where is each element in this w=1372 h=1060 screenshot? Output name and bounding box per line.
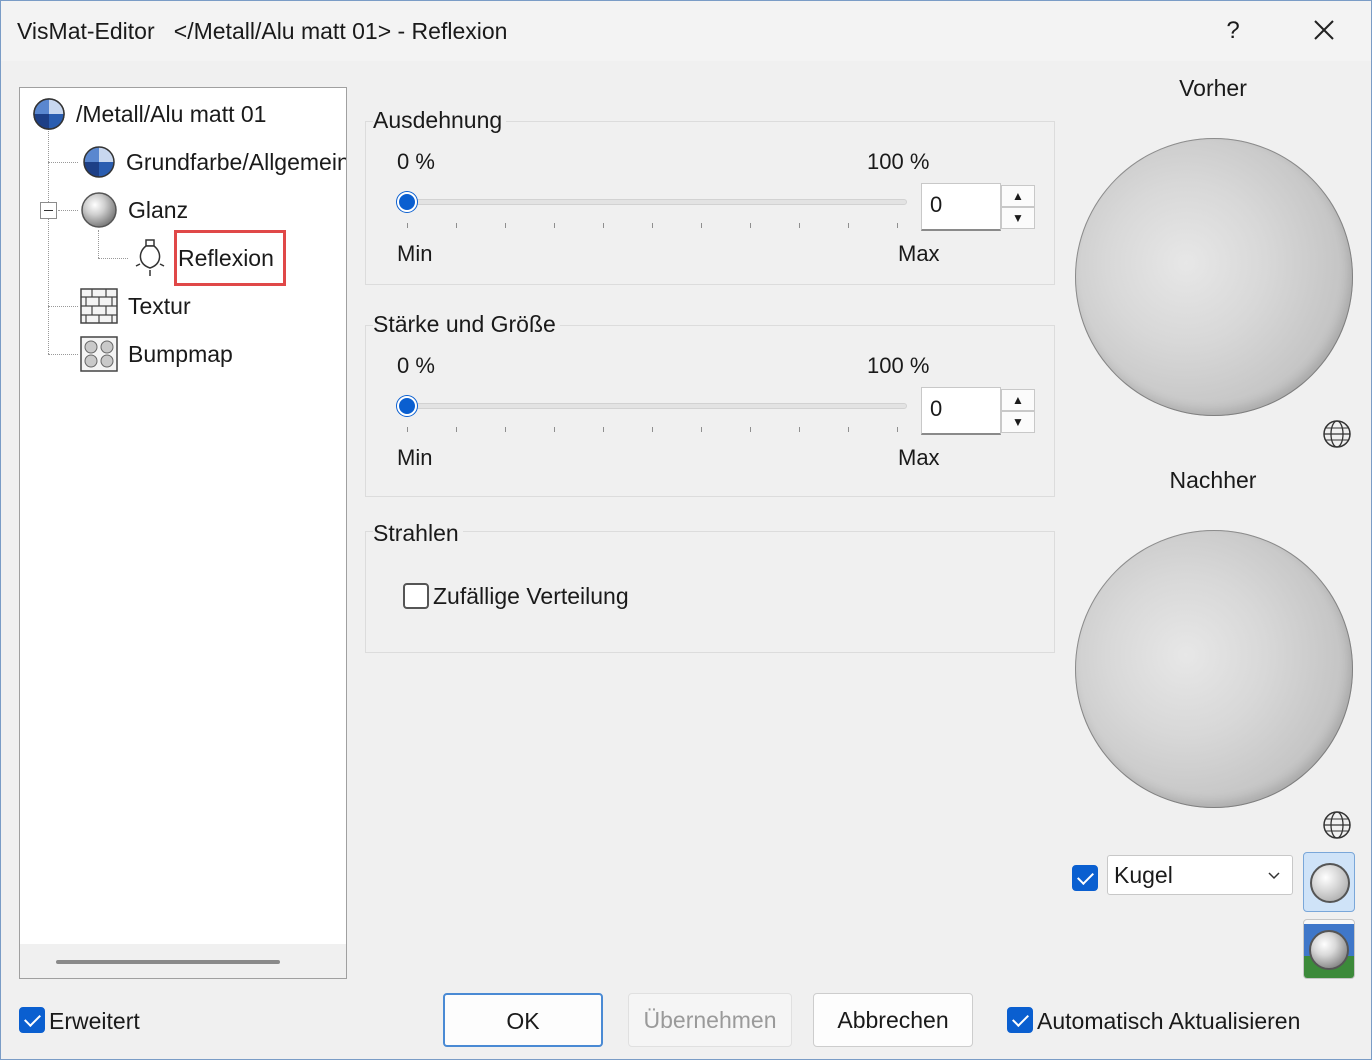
globe-icon[interactable]	[1322, 419, 1352, 449]
bumpmap-icon	[80, 336, 118, 372]
max-label: Max	[898, 241, 940, 266]
slider-tick	[750, 223, 751, 228]
max-percent-label: 100 %	[867, 353, 930, 378]
tree-connector	[98, 258, 128, 259]
cancel-button[interactable]: Abbrechen	[813, 993, 973, 1047]
slider-tick	[554, 427, 555, 432]
ausdehnung-value-input[interactable]: 0	[921, 183, 1001, 231]
collapse-toggle[interactable]	[40, 202, 57, 219]
slider-tick	[603, 223, 604, 228]
slider-tick	[407, 223, 408, 228]
window-title: VisMat-Editor </Metall/Alu matt 01> - Re…	[17, 18, 508, 44]
vismat-editor-dialog: VisMat-Editor </Metall/Alu matt 01> - Re…	[0, 0, 1372, 1060]
ok-button[interactable]: OK	[443, 993, 603, 1047]
tree-connector	[98, 230, 99, 258]
slider-tick	[897, 223, 898, 228]
min-percent-label: 0 %	[397, 353, 435, 378]
min-label: Min	[397, 445, 433, 470]
max-label: Max	[898, 445, 940, 470]
slider-tick	[701, 223, 702, 228]
slider-tick	[505, 427, 506, 432]
slider-tick	[505, 223, 506, 228]
apply-button[interactable]: Übernehmen	[628, 993, 792, 1047]
close-button[interactable]	[1301, 13, 1347, 49]
preview-before-sphere	[1075, 138, 1353, 416]
tree-connector	[48, 354, 78, 355]
slider-tick	[652, 427, 653, 432]
ausdehnung-spin-down-button[interactable]: ▼	[1001, 207, 1035, 229]
slider-tick	[897, 427, 898, 432]
tree-item-bumpmap[interactable]: Bumpmap	[80, 334, 233, 374]
auto-update-label[interactable]: Automatisch Aktualisieren	[1037, 1008, 1300, 1035]
slider-tick	[799, 223, 800, 228]
help-button[interactable]: ?	[1211, 13, 1255, 49]
tree-horizontal-scrollbar[interactable]	[20, 944, 346, 978]
slider-tick	[750, 427, 751, 432]
close-icon	[1314, 20, 1334, 40]
tree-item-grundfarbe[interactable]: Grundfarbe/Allgemein	[82, 142, 347, 182]
landscape-sphere-icon	[1304, 924, 1354, 978]
material-pie-icon	[33, 98, 65, 130]
random-distribution-label[interactable]: Zufällige Verteilung	[433, 583, 629, 610]
slider-tick	[848, 223, 849, 228]
slider-tick	[652, 223, 653, 228]
tree-item-glanz[interactable]: Glanz	[80, 190, 188, 230]
min-percent-label: 0 %	[397, 149, 435, 174]
tree-connector	[48, 306, 78, 307]
slider-tick	[701, 427, 702, 432]
material-tree[interactable]: /Metall/Alu matt 01 Grundfarbe/Allgemein	[19, 87, 347, 979]
group-title-ausdehnung: Ausdehnung	[373, 107, 507, 134]
slider-tick	[848, 427, 849, 432]
tree-item-label: Textur	[128, 292, 191, 319]
staerke-spin-up-button[interactable]: ▲	[1001, 389, 1035, 411]
auto-update-checkbox[interactable]	[1007, 1007, 1033, 1033]
preview-shape-checkbox[interactable]	[1072, 865, 1098, 891]
staerke-slider-track[interactable]	[397, 403, 907, 409]
chevron-down-icon	[1268, 872, 1280, 880]
ausdehnung-slider-track[interactable]	[397, 199, 907, 205]
globe-icon[interactable]	[1322, 810, 1352, 840]
preview-after-label: Nachher	[1169, 467, 1257, 493]
min-label: Min	[397, 241, 433, 266]
tree-item-label: /Metall/Alu matt 01	[76, 100, 267, 127]
preview-after-sphere	[1075, 530, 1353, 808]
slider-tick	[554, 223, 555, 228]
title-bar: VisMat-Editor </Metall/Alu matt 01> - Re…	[1, 1, 1371, 61]
gloss-sphere-icon	[81, 192, 117, 228]
group-title-staerke: Stärke und Größe	[373, 311, 560, 338]
advanced-label[interactable]: Erweitert	[49, 1008, 140, 1035]
preview-before-label: Vorher	[1179, 75, 1247, 101]
staerke-value-input[interactable]: 0	[921, 387, 1001, 435]
sphere-icon	[1310, 863, 1350, 903]
tree-connector	[48, 162, 78, 163]
group-title-strahlen: Strahlen	[373, 520, 463, 547]
lightbulb-icon	[135, 239, 165, 276]
advanced-checkbox[interactable]	[19, 1007, 45, 1033]
tree-item-label: Glanz	[128, 196, 189, 223]
slider-tick	[603, 427, 604, 432]
material-pie-icon	[83, 146, 115, 178]
max-percent-label: 100 %	[867, 149, 930, 174]
slider-tick	[456, 427, 457, 432]
preview-shape-select[interactable]: Kugel	[1107, 855, 1293, 895]
staerke-spin-down-button[interactable]: ▼	[1001, 411, 1035, 433]
brick-texture-icon	[80, 288, 118, 324]
tree-item-label: Bumpmap	[128, 340, 233, 367]
selection-highlight	[174, 230, 286, 286]
staerke-slider-thumb[interactable]	[397, 396, 417, 416]
tree-item-root[interactable]: /Metall/Alu matt 01	[32, 94, 266, 134]
preview-sphere-button[interactable]	[1303, 852, 1355, 912]
tree-item-textur[interactable]: Textur	[80, 286, 191, 326]
tree-connector	[58, 210, 78, 211]
slider-tick	[407, 427, 408, 432]
preview-scene-button[interactable]	[1303, 919, 1355, 979]
ausdehnung-slider-thumb[interactable]	[397, 192, 417, 212]
tree-item-label: Grundfarbe/Allgemein	[126, 148, 347, 175]
scrollbar-thumb[interactable]	[56, 960, 280, 964]
random-distribution-checkbox[interactable]	[403, 583, 429, 609]
slider-tick	[456, 223, 457, 228]
slider-tick	[799, 427, 800, 432]
preview-shape-value: Kugel	[1114, 862, 1173, 888]
ausdehnung-spin-up-button[interactable]: ▲	[1001, 185, 1035, 207]
